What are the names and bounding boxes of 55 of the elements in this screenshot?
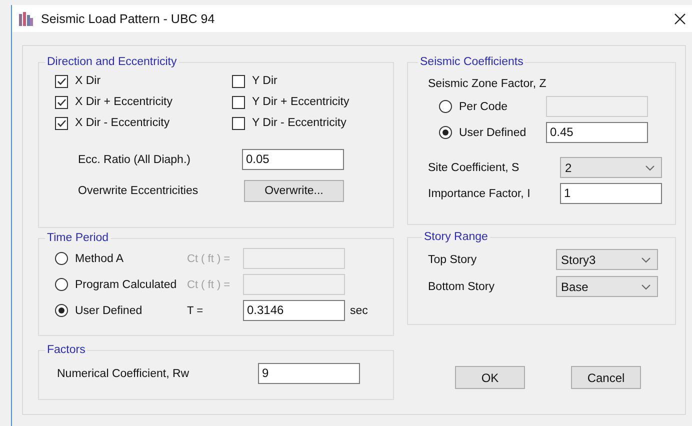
group-title: Direction and Eccentricity bbox=[46, 56, 178, 68]
field-label: Numerical Coefficient, Rw bbox=[57, 368, 190, 380]
dialog-button[interactable]: OK bbox=[455, 366, 525, 389]
chevron-icon bbox=[641, 284, 651, 290]
section-label: Seismic Zone Factor, Z bbox=[428, 78, 548, 90]
radio-label: Method A bbox=[75, 252, 125, 264]
field-label: Ct ( ft ) = bbox=[187, 252, 232, 264]
checkbox[interactable] bbox=[232, 74, 245, 88]
dropdown[interactable]: Base bbox=[556, 276, 658, 297]
checkbox-label: Y Dir bbox=[252, 75, 278, 87]
group-title: Factors bbox=[46, 344, 86, 356]
checkbox-label: X Dir bbox=[75, 75, 101, 87]
group-title: Time Period bbox=[46, 232, 110, 244]
input-field[interactable] bbox=[243, 274, 345, 295]
selected-radio-button[interactable] bbox=[55, 304, 68, 317]
field-label: T = bbox=[187, 304, 204, 316]
field-label: Top Story bbox=[428, 254, 478, 266]
radio-label: User Defined bbox=[459, 126, 528, 138]
group-title: Seismic Coefficients bbox=[419, 56, 524, 68]
field-label: Overwrite Eccentricities bbox=[78, 185, 200, 197]
overwrite-button[interactable]: Overwrite... bbox=[244, 180, 344, 202]
checkbox-label: X Dir + Eccentricity bbox=[75, 96, 172, 108]
field-label: Bottom Story bbox=[428, 280, 496, 292]
field-label: Ct ( ft ) = bbox=[187, 278, 232, 290]
field-label: Importance Factor, I bbox=[428, 188, 532, 200]
input-field[interactable]: 0.05 bbox=[242, 149, 344, 170]
dialog-button[interactable]: Cancel bbox=[571, 366, 641, 389]
checkbox-label: Y Dir + Eccentricity bbox=[252, 96, 350, 108]
group-title: Story Range bbox=[423, 231, 489, 243]
field-label: Site Coefficient, S bbox=[428, 162, 520, 174]
checkbox-label: X Dir - Eccentricity bbox=[75, 117, 170, 129]
checked-checkbox[interactable] bbox=[55, 116, 68, 130]
checkbox[interactable] bbox=[232, 96, 245, 108]
dropdown[interactable]: Story3 bbox=[556, 249, 658, 270]
close-icon[interactable] bbox=[674, 12, 686, 24]
checkbox[interactable] bbox=[232, 116, 245, 130]
selected-radio-button[interactable] bbox=[439, 126, 452, 139]
checked-checkbox[interactable] bbox=[55, 96, 68, 108]
input-field[interactable]: 9 bbox=[258, 363, 360, 384]
input-field[interactable]: 0.45 bbox=[546, 122, 648, 143]
checked-checkbox[interactable] bbox=[55, 74, 68, 88]
radio-label: User Defined bbox=[75, 304, 144, 316]
dropdown[interactable]: 2 bbox=[560, 157, 662, 178]
window-title: Seismic Load Pattern - UBC 94 bbox=[41, 12, 216, 26]
unit-label: sec bbox=[350, 304, 368, 316]
checkbox-label: Y Dir - Eccentricity bbox=[252, 117, 346, 129]
radio-label: Per Code bbox=[459, 100, 509, 112]
input-field[interactable]: 1 bbox=[560, 183, 662, 204]
chevron-icon bbox=[645, 164, 655, 170]
input-field[interactable] bbox=[243, 248, 345, 269]
chevron-icon bbox=[641, 256, 651, 262]
input-field[interactable]: 0.3146 bbox=[243, 300, 345, 321]
building-icon bbox=[18, 10, 34, 26]
field-label: Ecc. Ratio (All Diaph.) bbox=[78, 154, 192, 166]
radio-label: Program Calculated bbox=[75, 278, 178, 290]
